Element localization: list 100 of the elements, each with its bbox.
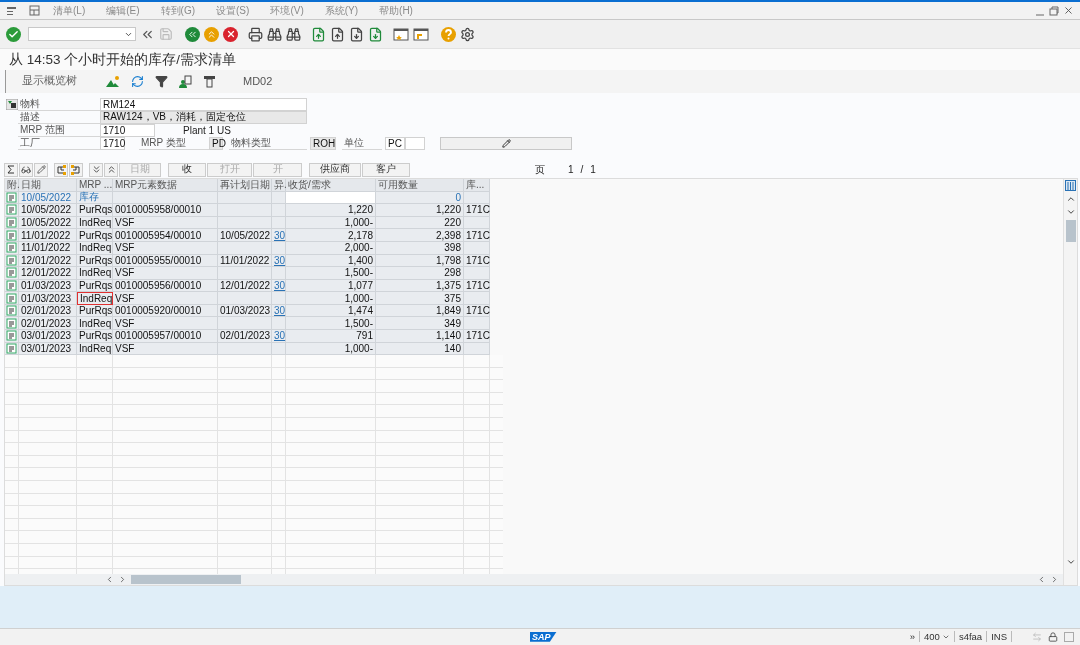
column-header[interactable]: 日期 [19, 178, 77, 192]
document-icon[interactable] [6, 217, 17, 229]
sigma-icon [7, 165, 15, 175]
previous-page-icon[interactable] [330, 26, 345, 42]
expand-button[interactable] [89, 162, 103, 177]
document-icon[interactable] [6, 204, 17, 216]
material-icon[interactable] [5, 98, 18, 110]
search-next-icon[interactable] [286, 26, 301, 42]
sum-button[interactable] [4, 162, 18, 177]
table-cell: PurRqs [77, 204, 113, 217]
column-header[interactable]: MRP ... [77, 178, 113, 192]
last-page-icon[interactable] [368, 26, 383, 42]
edit-button[interactable] [34, 162, 48, 177]
table-cell: 01/03/2023 [19, 292, 77, 305]
shortcut-icon[interactable] [413, 26, 429, 42]
exception-link[interactable]: 30 [274, 254, 286, 266]
mrp-area-text: Plant 1 US [183, 123, 231, 137]
menu-item[interactable]: 编辑(E) [106, 3, 140, 18]
menu-item[interactable]: 环境(V) [270, 3, 304, 18]
document-icon[interactable] [6, 330, 17, 342]
exception-link[interactable]: 30 [274, 305, 286, 317]
lock-icon[interactable] [1048, 631, 1058, 642]
table-cell: 03/01/2023 [19, 330, 77, 343]
printer-icon[interactable] [248, 26, 263, 42]
table-cell: 2,398 [376, 229, 464, 242]
client-number[interactable]: 400 [920, 631, 955, 643]
scroll-right-icon[interactable] [1050, 574, 1059, 584]
check-icon[interactable] [6, 26, 21, 42]
document-icon[interactable] [6, 305, 17, 317]
window-icon[interactable] [29, 5, 41, 17]
table-cell [218, 267, 272, 280]
field-label: 单位 [342, 136, 382, 150]
window-icon[interactable] [1064, 631, 1074, 642]
hierarchy-icon [71, 164, 81, 175]
column-header[interactable]: 再计划日期 [218, 178, 272, 192]
table-cell: 171C [464, 229, 490, 242]
scroll-left-icon[interactable] [105, 574, 114, 584]
restore-icon[interactable] [1049, 5, 1059, 16]
material-type-field: ROH [310, 136, 336, 150]
input-field[interactable] [405, 136, 425, 150]
new-session-icon[interactable] [393, 26, 409, 42]
exception-link[interactable]: 30 [274, 330, 286, 342]
next-page-icon[interactable] [349, 26, 364, 42]
scrollbar-thumb[interactable] [1065, 219, 1076, 242]
document-icon[interactable] [6, 267, 17, 279]
material-field[interactable]: RM124 [100, 97, 307, 111]
collapse-button[interactable] [104, 162, 118, 177]
expand-toggle[interactable]: » [905, 631, 921, 643]
document-icon[interactable] [6, 229, 17, 241]
column-settings-icon[interactable] [1065, 179, 1076, 191]
column-header[interactable]: MRP元素数据 [113, 178, 218, 192]
tree-button[interactable] [69, 162, 83, 177]
table-cell: VSF [113, 317, 218, 331]
menu-item[interactable]: 转到(G) [160, 3, 196, 18]
menu-item[interactable]: 清单(L) [53, 3, 86, 18]
menu-item[interactable]: 系统(Y) [324, 3, 359, 18]
table-cell [464, 317, 490, 331]
scroll-right-icon[interactable] [118, 574, 127, 584]
close-icon[interactable] [1063, 5, 1074, 17]
document-icon[interactable] [6, 342, 17, 354]
column-header[interactable]: 可用数量 [376, 178, 464, 192]
toolbar-button[interactable]: 客户 [362, 162, 410, 177]
search-icon[interactable] [267, 26, 282, 42]
column-header[interactable]: 异. [272, 178, 286, 192]
first-page-icon[interactable] [311, 26, 326, 42]
cancel-icon[interactable] [223, 26, 238, 42]
toolbar-button[interactable]: 收 [168, 162, 206, 177]
tree-button[interactable] [54, 162, 68, 177]
table-cell: PurRqs [77, 229, 113, 242]
scrollbar-thumb[interactable] [131, 574, 241, 584]
column-header[interactable]: 库... [464, 178, 490, 192]
table-cell: IndReq [77, 317, 113, 331]
filter-icon[interactable] [155, 74, 168, 88]
document-icon[interactable] [6, 317, 17, 329]
table-cell: 1,140 [376, 330, 464, 343]
scroll-left-icon[interactable] [1037, 574, 1046, 584]
menu-item[interactable]: 帮助(H) [379, 3, 413, 18]
command-field[interactable] [28, 27, 136, 42]
menu-icon[interactable] [6, 5, 17, 16]
table-cell: 171C [464, 330, 490, 343]
toolbar-button[interactable]: 供应商 [309, 162, 361, 177]
person-list-icon[interactable] [179, 74, 192, 88]
document-icon[interactable] [6, 242, 17, 254]
mountain-icon[interactable] [106, 75, 120, 88]
menu-item[interactable]: 设置(S) [216, 3, 250, 18]
overview-tree-button[interactable]: 显示概览树 [22, 74, 77, 89]
column-header[interactable]: 收货/需求 [286, 178, 376, 192]
exception-link[interactable]: 30 [274, 280, 286, 291]
refresh-icon[interactable] [131, 74, 144, 88]
document-icon[interactable] [6, 254, 17, 266]
document-icon[interactable] [6, 280, 17, 291]
stamp-icon[interactable] [203, 74, 216, 88]
document-icon[interactable] [6, 292, 17, 304]
exception-link[interactable]: 30 [274, 229, 286, 241]
settings-icon[interactable] [460, 26, 475, 42]
display-button[interactable] [19, 162, 33, 177]
back-icon[interactable] [185, 26, 200, 42]
table-cell: IndReq [77, 267, 113, 280]
column-header[interactable]: 附. [5, 178, 19, 192]
document-icon[interactable] [6, 191, 17, 203]
